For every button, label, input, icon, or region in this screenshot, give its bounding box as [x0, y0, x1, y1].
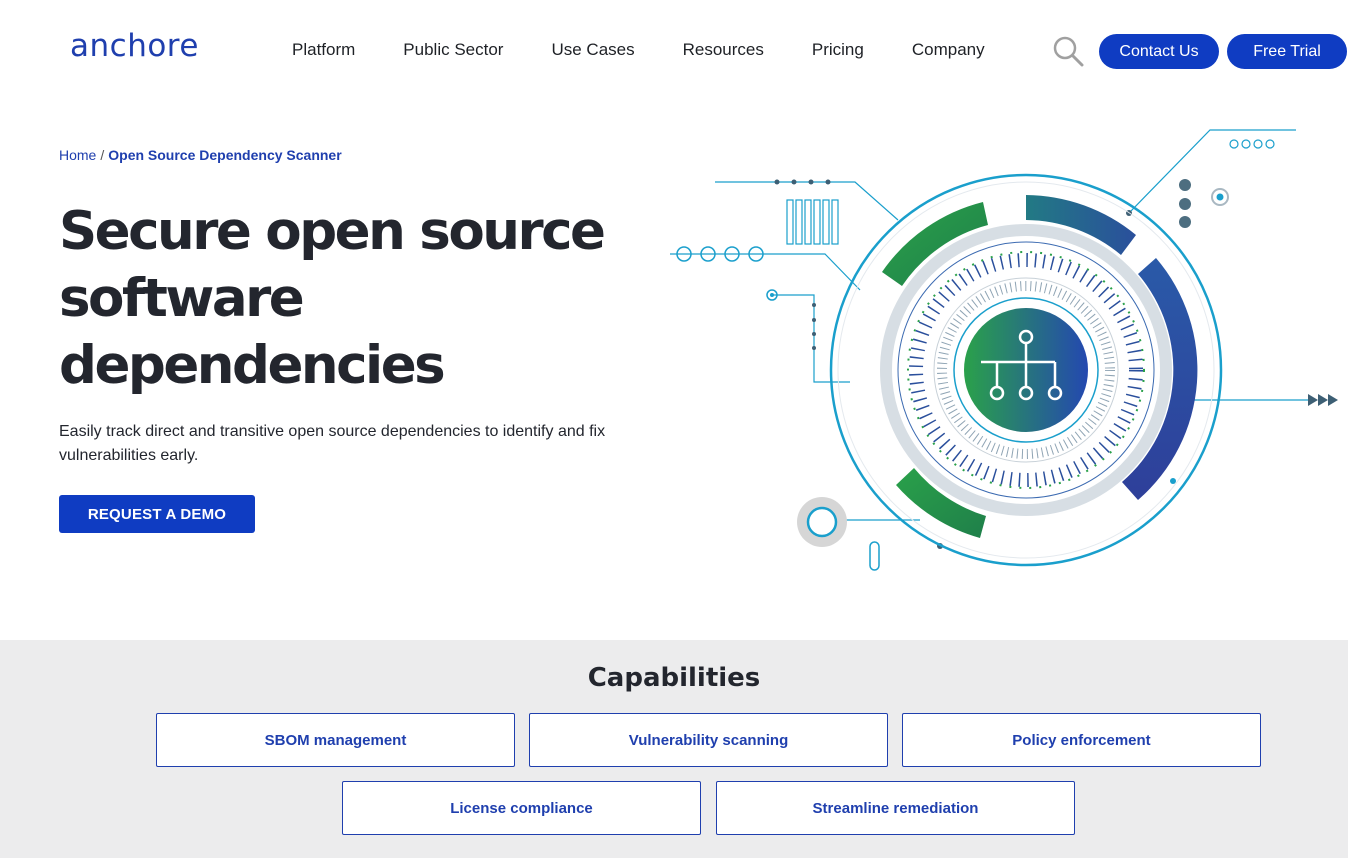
breadcrumb-current: Open Source Dependency Scanner	[108, 147, 342, 163]
search-icon[interactable]	[1052, 35, 1084, 67]
nav-pricing[interactable]: Pricing	[788, 40, 888, 60]
capability-vulnerability-scanning[interactable]: Vulnerability scanning	[529, 713, 888, 767]
free-trial-button[interactable]: Free Trial	[1227, 34, 1347, 69]
breadcrumb-home[interactable]: Home	[59, 147, 96, 163]
capability-streamline-remediation[interactable]: Streamline remediation	[716, 781, 1075, 835]
breadcrumb-separator: /	[100, 147, 105, 163]
nav-use-cases[interactable]: Use Cases	[527, 40, 658, 60]
title-line-2: software	[59, 268, 305, 329]
nav-public-sector[interactable]: Public Sector	[379, 40, 527, 60]
site-header: anchore Platform Public Sector Use Cases…	[0, 0, 1348, 100]
request-demo-button[interactable]: REQUEST A DEMO	[59, 495, 255, 533]
anchore-logo[interactable]: anchore	[70, 28, 199, 64]
nav-resources[interactable]: Resources	[659, 40, 788, 60]
page-title: Secure open source software dependencies	[59, 198, 659, 399]
capability-license-compliance[interactable]: License compliance	[342, 781, 701, 835]
vertical-dots-right	[1179, 179, 1191, 228]
title-line-1: Secure open source	[59, 201, 606, 262]
chain-links-top-right	[1229, 139, 1275, 149]
nav-company[interactable]: Company	[888, 40, 1009, 60]
capability-sbom-management[interactable]: SBOM management	[156, 713, 515, 767]
hero-subtitle: Easily track direct and transitive open …	[59, 423, 606, 464]
nav-platform[interactable]: Platform	[268, 40, 379, 60]
bars-block	[786, 199, 839, 245]
main-nav: Platform Public Sector Use Cases Resourc…	[268, 40, 1009, 60]
breadcrumb: Home / Open Source Dependency Scanner	[59, 147, 342, 163]
contact-us-button[interactable]: Contact Us	[1099, 34, 1219, 69]
title-line-3: dependencies	[59, 335, 446, 396]
arrow-head	[1308, 394, 1318, 406]
dial	[829, 173, 1223, 567]
hero-illustration	[670, 129, 1338, 571]
capabilities-title: Capabilities	[587, 663, 761, 693]
capability-policy-enforcement[interactable]: Policy enforcement	[902, 713, 1261, 767]
